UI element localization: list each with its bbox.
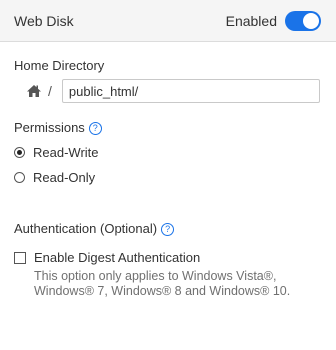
home-directory-label: Home Directory <box>14 58 105 73</box>
authentication-section: Authentication (Optional)? Enable Digest… <box>14 221 322 299</box>
enabled-label: Enabled <box>225 12 277 29</box>
digest-auth-description: This option only applies to Windows Vist… <box>34 269 291 299</box>
enabled-toggle[interactable] <box>285 10 321 31</box>
panel-title: Web Disk <box>14 12 74 29</box>
home-icon <box>26 84 42 98</box>
read-only-label[interactable]: Read-Only <box>33 170 95 185</box>
authentication-help-icon[interactable]: ? <box>161 223 175 237</box>
radio-read-write[interactable]: Read-Write <box>14 141 322 163</box>
panel-header: Web Disk Enabled <box>0 0 336 42</box>
enabled-control: Enabled <box>225 10 321 31</box>
read-write-radio[interactable] <box>14 146 25 158</box>
home-directory-row: / <box>14 79 322 103</box>
authentication-heading: Authentication (Optional)? <box>14 221 322 237</box>
digest-auth-checkbox[interactable] <box>14 252 26 265</box>
permissions-heading: Permissions? <box>14 120 322 136</box>
permissions-label: Permissions <box>14 120 85 135</box>
permissions-help-icon[interactable]: ? <box>88 122 102 136</box>
toggle-knob <box>303 12 319 29</box>
home-directory-input[interactable] <box>61 79 320 103</box>
read-write-label[interactable]: Read-Write <box>33 145 99 160</box>
path-separator: / <box>48 83 52 99</box>
authentication-label: Authentication (Optional) <box>14 221 158 236</box>
radio-read-only[interactable]: Read-Only <box>14 166 322 188</box>
digest-auth-row[interactable]: Enable Digest Authentication <box>14 250 322 265</box>
permissions-section: Permissions? Read-Write Read-Only <box>14 120 322 188</box>
read-only-radio[interactable] <box>14 171 25 183</box>
digest-auth-label[interactable]: Enable Digest Authentication <box>34 250 200 265</box>
home-directory-section: Home Directory / <box>14 58 322 103</box>
web-disk-panel: Web Disk Enabled Home Directory / Permis… <box>0 0 336 350</box>
